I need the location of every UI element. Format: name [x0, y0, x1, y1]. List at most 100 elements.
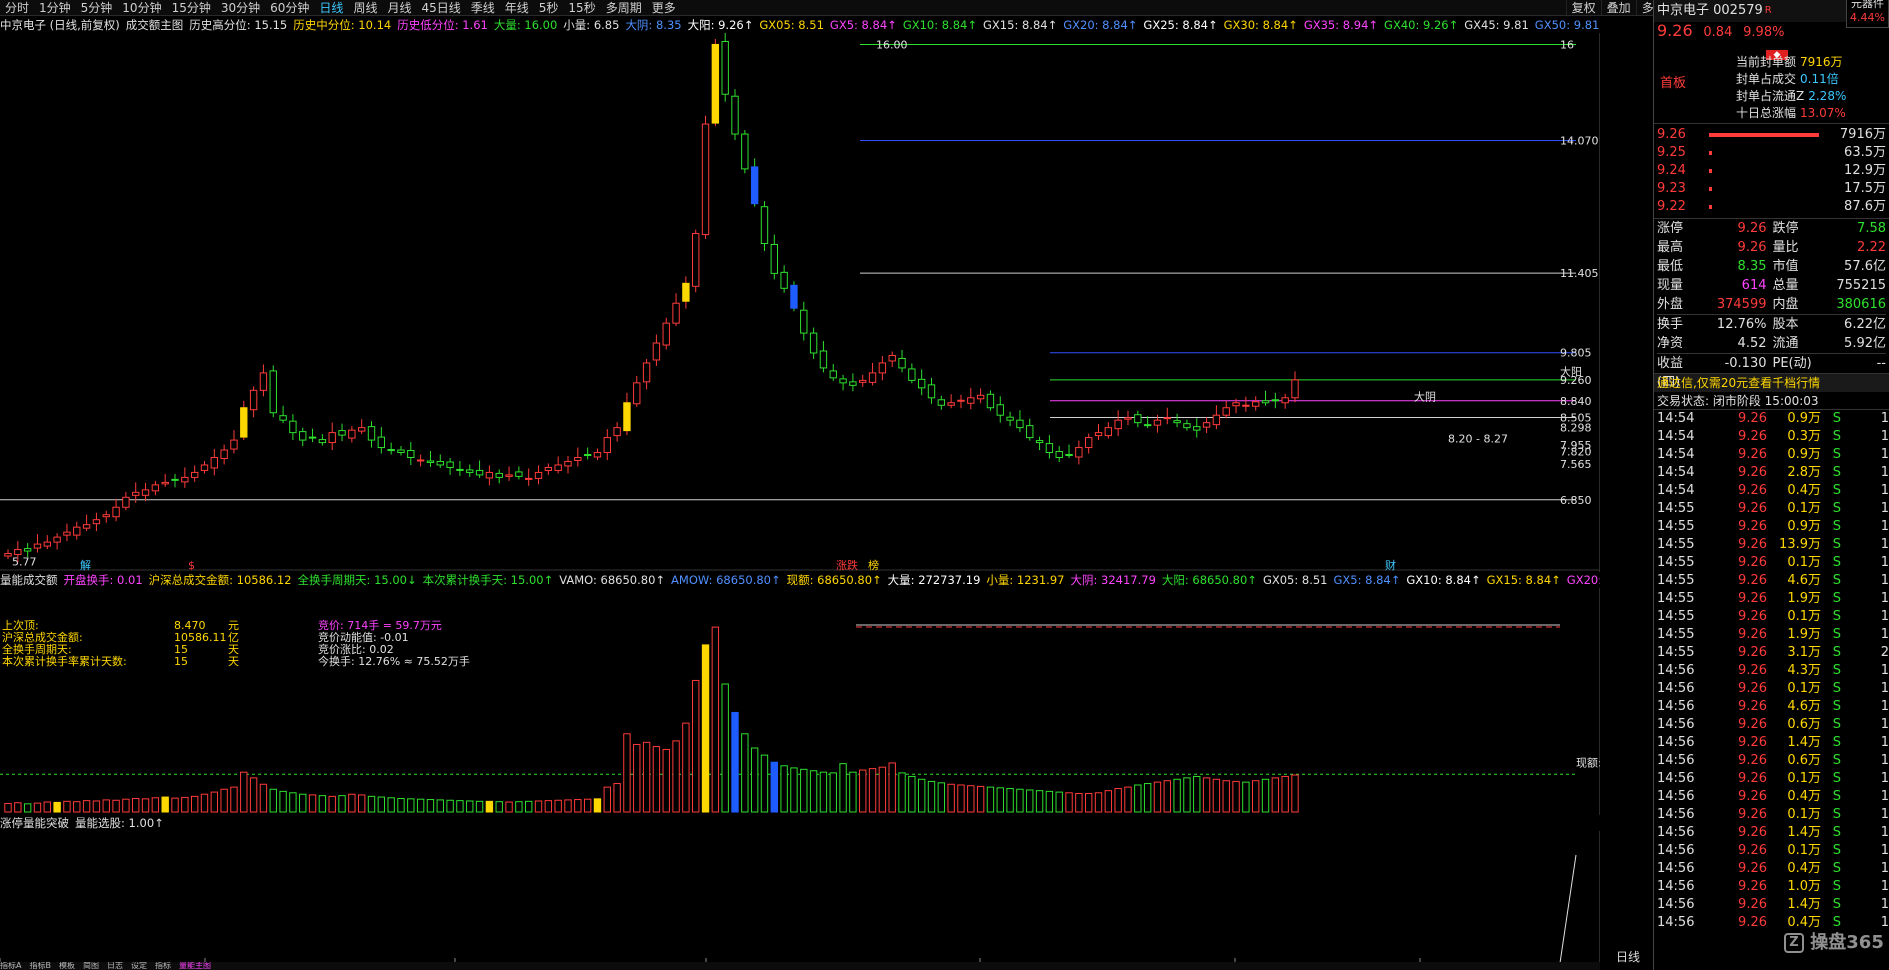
- vol-bar[interactable]: [888, 762, 896, 813]
- candle-body[interactable]: [868, 372, 877, 383]
- vol-bar[interactable]: [1075, 793, 1083, 813]
- volume-panel[interactable]: 500010000150002000025000现额:X10 量能成交额开盘换手…: [0, 572, 1600, 815]
- candle-body[interactable]: [1016, 419, 1024, 429]
- candle-body[interactable]: [416, 459, 425, 462]
- candle-body[interactable]: [731, 95, 739, 135]
- candle-body[interactable]: [1094, 432, 1103, 437]
- vol-bar[interactable]: [63, 800, 71, 813]
- vol-bar[interactable]: [1222, 780, 1230, 813]
- tool-button-1[interactable]: 叠加: [1600, 0, 1636, 15]
- candle-body[interactable]: [505, 474, 513, 477]
- period-tab-9[interactable]: 月线: [382, 0, 416, 15]
- vol-bar[interactable]: [456, 800, 464, 813]
- vol-bar[interactable]: [1193, 775, 1201, 813]
- vol-bar[interactable]: [23, 803, 32, 813]
- vol-bar[interactable]: [4, 802, 12, 813]
- candle-body[interactable]: [957, 399, 965, 402]
- vol-bar[interactable]: [446, 799, 454, 813]
- vol-bar[interactable]: [809, 770, 818, 813]
- vol-bar[interactable]: [495, 801, 503, 813]
- period-tab-13[interactable]: 5秒: [534, 0, 564, 15]
- candle-body[interactable]: [859, 379, 867, 383]
- vol-bar[interactable]: [947, 783, 955, 813]
- bottom-tab-5[interactable]: 设定: [131, 962, 147, 970]
- candle-body[interactable]: [23, 548, 32, 552]
- vol-bar[interactable]: [1124, 786, 1132, 813]
- candle-body[interactable]: [240, 407, 248, 438]
- candle-body[interactable]: [613, 427, 621, 437]
- candle-body[interactable]: [407, 450, 415, 458]
- bottom-tab-6[interactable]: 指标: [155, 962, 171, 970]
- candle-body[interactable]: [1006, 416, 1014, 421]
- candle-body[interactable]: [1232, 402, 1240, 407]
- vol-bar[interactable]: [1261, 778, 1270, 813]
- kline-panel[interactable]: 6.007.008.009.0010.0011.0012.0013.0014.0…: [0, 17, 1600, 572]
- vol-bar[interactable]: [525, 800, 533, 813]
- candle-body[interactable]: [1212, 414, 1221, 426]
- candle-body[interactable]: [544, 466, 553, 471]
- period-tab-3[interactable]: 10分钟: [117, 0, 166, 15]
- vol-bar[interactable]: [249, 777, 258, 813]
- candle-body[interactable]: [436, 460, 444, 466]
- vol-bar[interactable]: [161, 796, 169, 813]
- vol-bar[interactable]: [505, 801, 513, 813]
- vol-bar[interactable]: [132, 797, 140, 813]
- candle-body[interactable]: [210, 456, 219, 469]
- vol-bar[interactable]: [1232, 780, 1240, 813]
- vol-bar[interactable]: [574, 799, 582, 813]
- candle-body[interactable]: [397, 449, 405, 454]
- vol-bar[interactable]: [279, 790, 287, 813]
- candle-body[interactable]: [14, 549, 22, 556]
- vol-bar[interactable]: [760, 754, 769, 813]
- vol-bar[interactable]: [672, 740, 680, 813]
- candle-body[interactable]: [750, 166, 759, 205]
- candle-body[interactable]: [279, 415, 287, 421]
- candle-body[interactable]: [1143, 424, 1152, 427]
- vol-bar[interactable]: [1065, 792, 1073, 813]
- candle-body[interactable]: [898, 357, 906, 369]
- candle-body[interactable]: [1291, 379, 1299, 399]
- vol-bar[interactable]: [43, 801, 51, 813]
- vol-bar[interactable]: [878, 766, 887, 813]
- candle-body[interactable]: [1124, 417, 1132, 420]
- candle-body[interactable]: [908, 368, 916, 381]
- period-tab-0[interactable]: 分时: [0, 0, 34, 15]
- period-tab-6[interactable]: 60分钟: [265, 0, 314, 15]
- vol-bar[interactable]: [721, 683, 729, 813]
- candle-body[interactable]: [181, 476, 189, 483]
- vol-bar[interactable]: [583, 798, 592, 813]
- candle-body[interactable]: [63, 531, 71, 536]
- vol-bar[interactable]: [898, 772, 906, 813]
- vol-bar[interactable]: [731, 711, 739, 813]
- candle-body[interactable]: [564, 460, 572, 467]
- vol-bar[interactable]: [819, 771, 828, 813]
- volume-chart[interactable]: 500010000150002000025000现额:X10: [0, 572, 1600, 815]
- vol-bar[interactable]: [1055, 791, 1063, 813]
- candle-body[interactable]: [466, 469, 474, 473]
- candle-body[interactable]: [996, 404, 1004, 416]
- vol-bar[interactable]: [917, 778, 926, 813]
- vol-bar[interactable]: [908, 775, 916, 813]
- vol-bar[interactable]: [515, 801, 523, 813]
- vol-bar[interactable]: [603, 786, 611, 813]
- vol-bar[interactable]: [141, 798, 150, 813]
- vol-bar[interactable]: [1114, 788, 1122, 813]
- candle-body[interactable]: [1134, 414, 1142, 424]
- vol-bar[interactable]: [190, 795, 199, 813]
- period-tab-2[interactable]: 5分钟: [76, 0, 118, 15]
- candle-body[interactable]: [348, 429, 356, 439]
- vol-bar[interactable]: [554, 799, 562, 813]
- candle-body[interactable]: [937, 399, 946, 406]
- vol-bar[interactable]: [436, 799, 444, 813]
- candle-body[interactable]: [43, 541, 51, 547]
- period-tab-11[interactable]: 季线: [466, 0, 500, 15]
- candle-body[interactable]: [593, 452, 602, 458]
- vol-bar[interactable]: [33, 802, 42, 813]
- vol-bar[interactable]: [269, 788, 277, 813]
- candle-body[interactable]: [1202, 422, 1211, 428]
- candle-body[interactable]: [711, 43, 720, 124]
- vol-bar[interactable]: [485, 800, 494, 813]
- candle-body[interactable]: [888, 354, 896, 362]
- vol-bar[interactable]: [593, 798, 602, 813]
- candle-body[interactable]: [672, 302, 680, 324]
